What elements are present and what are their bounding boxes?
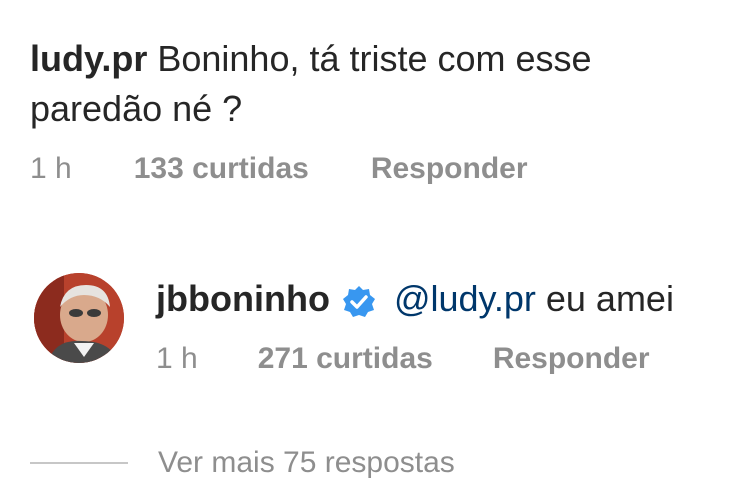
comment-body-line2: paredão né ? <box>30 88 243 129</box>
avatar[interactable] <box>34 273 124 363</box>
comment-text: ludy.pr Boninho, tá triste com esse pare… <box>30 34 730 134</box>
comment: ludy.pr Boninho, tá triste com esse pare… <box>30 34 730 134</box>
comment-reply-button[interactable]: Responder <box>371 152 528 186</box>
reply-text: jbboninho @ludy.pr eu amei <box>156 274 674 324</box>
reply-body: eu amei <box>545 278 674 319</box>
comment-meta: 1 h 133 curtidas Responder <box>30 152 528 186</box>
view-more-label[interactable]: Ver mais 75 respostas <box>158 446 455 480</box>
mention-link[interactable]: @ludy.pr <box>394 274 536 324</box>
reply-likes[interactable]: 271 curtidas <box>258 342 433 376</box>
view-more-replies[interactable]: Ver mais 75 respostas <box>30 446 455 480</box>
avatar-image <box>34 273 124 363</box>
verified-badge-icon <box>342 282 376 317</box>
comment-body-line1: Boninho, tá triste com esse <box>157 38 592 79</box>
reply-meta: 1 h 271 curtidas Responder <box>156 342 650 376</box>
divider-line <box>30 462 128 464</box>
comment-time: 1 h <box>30 152 72 185</box>
reply-time: 1 h <box>156 342 198 375</box>
reply-username[interactable]: jbboninho <box>156 274 330 324</box>
comment-username[interactable]: ludy.pr <box>30 38 147 79</box>
comment-likes[interactable]: 133 curtidas <box>134 152 309 186</box>
reply-reply-button[interactable]: Responder <box>493 342 650 376</box>
